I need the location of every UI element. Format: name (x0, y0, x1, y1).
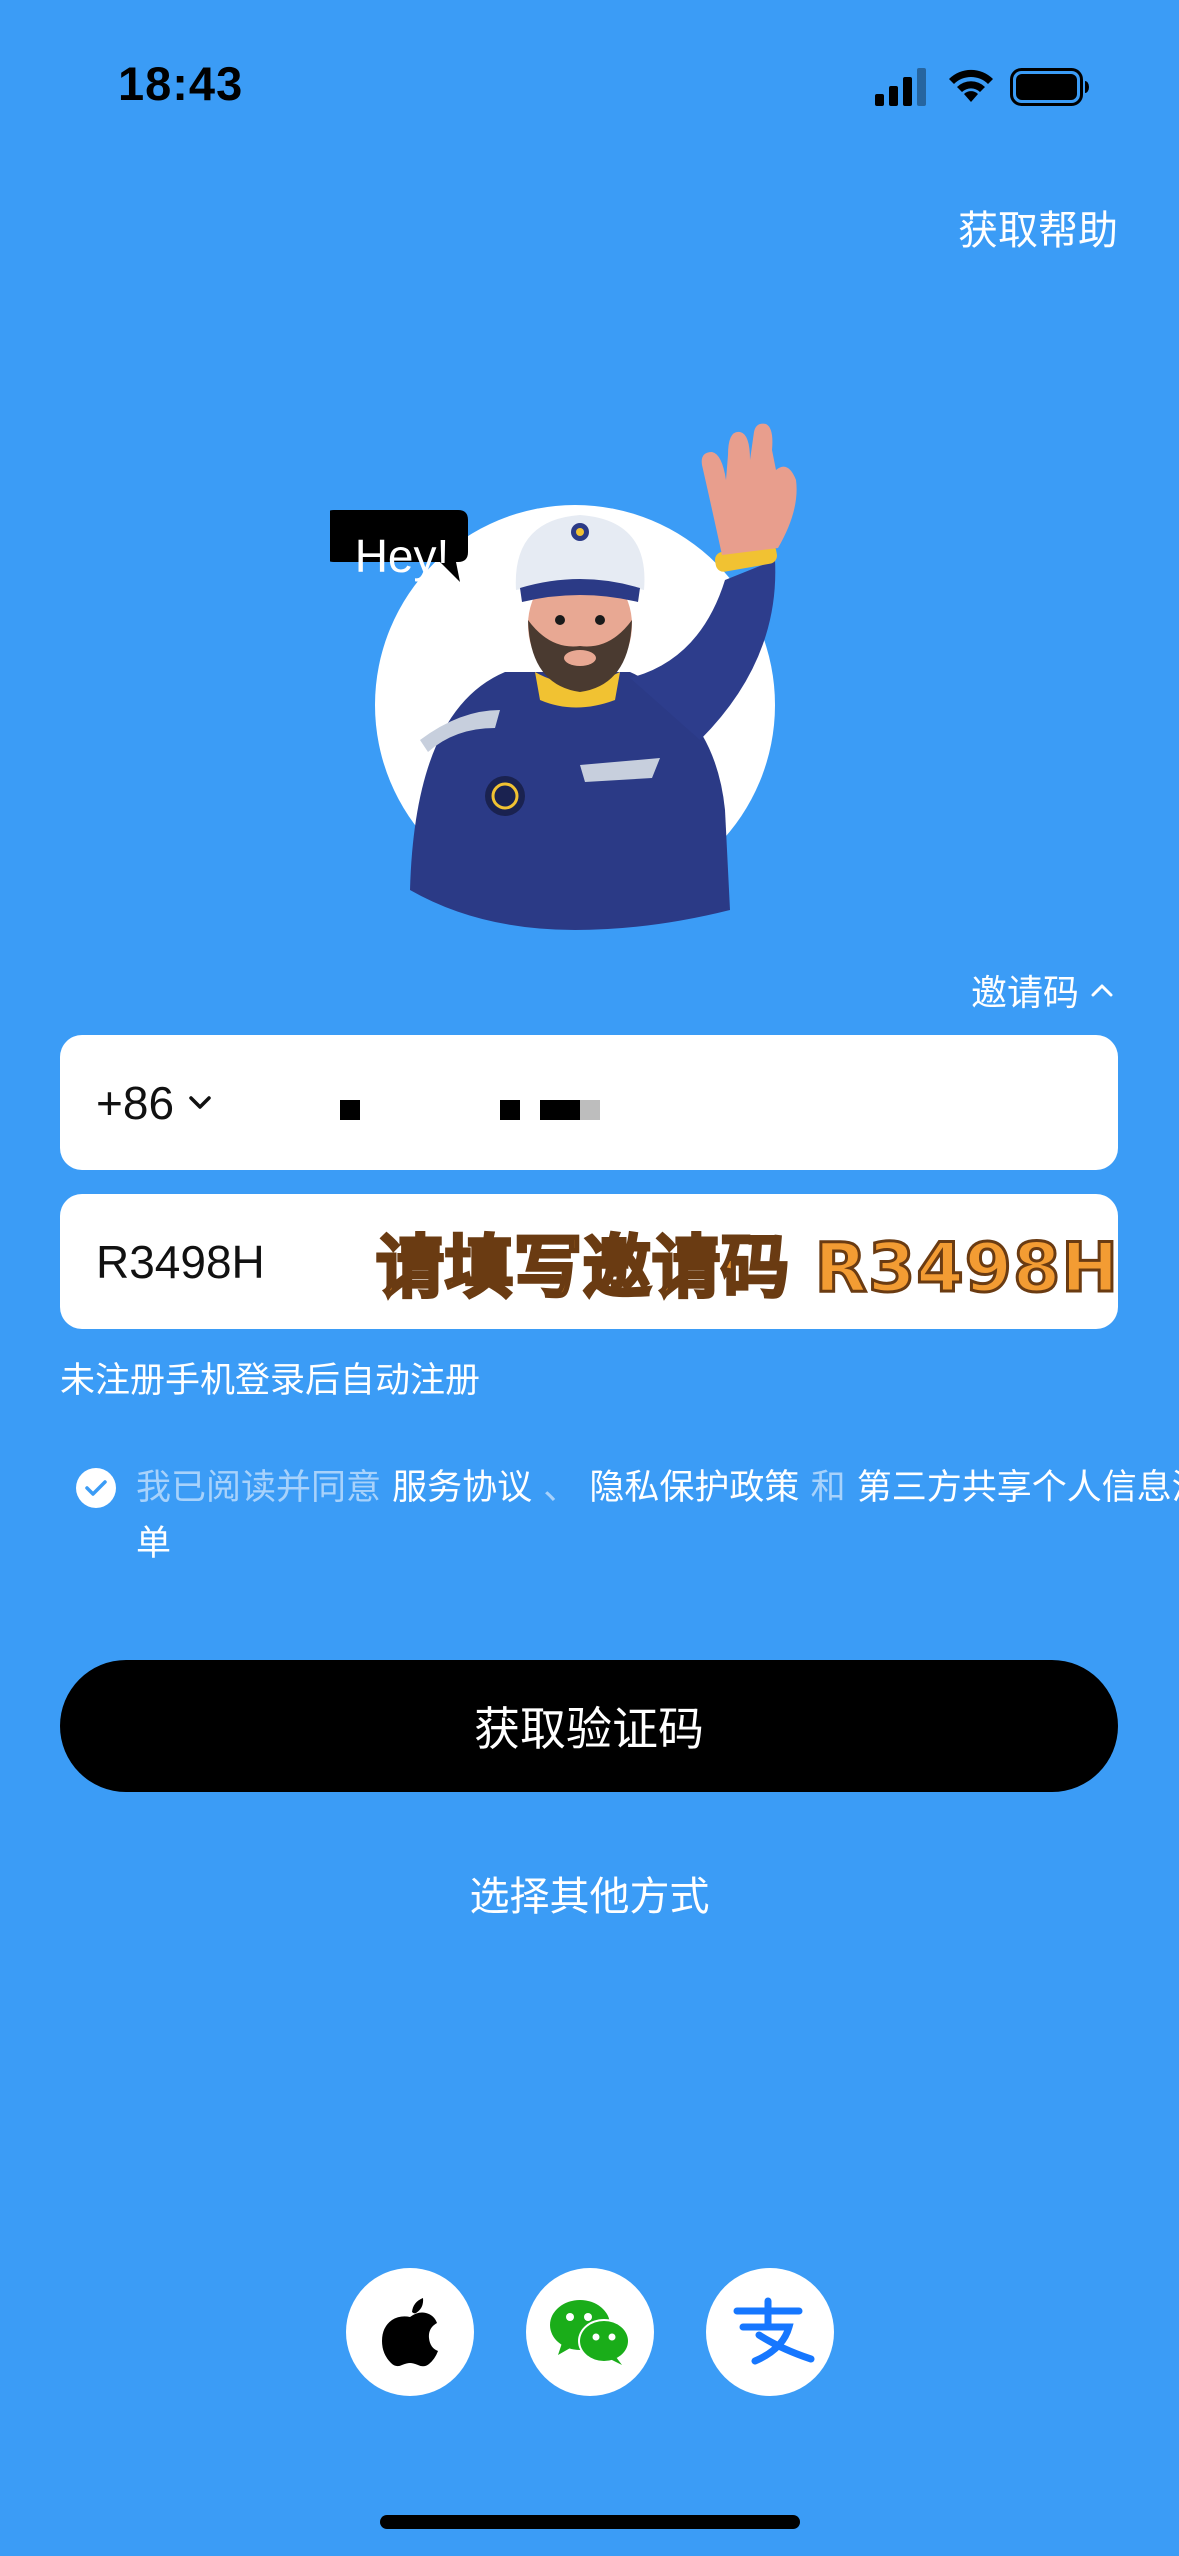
auto-register-note: 未注册手机登录后自动注册 (60, 1361, 481, 1401)
service-agreement-link[interactable]: 服务协议 (392, 1468, 532, 1508)
wifi-icon (949, 69, 993, 102)
mascot-illustration (330, 423, 797, 930)
phone-input-field[interactable]: +86 (60, 1035, 1118, 1170)
wechat-login-button[interactable] (526, 2268, 654, 2396)
invite-code-promo-overlay: 请填写邀请码 R3498H (374, 1228, 1120, 1310)
agreement-prefix: 我已阅读并同意 (136, 1468, 393, 1508)
agreement-checkbox[interactable] (76, 1468, 116, 1508)
alipay-login-button[interactable] (706, 2268, 834, 2396)
country-code-value: +86 (96, 1076, 175, 1129)
status-time: 18:43 (118, 57, 244, 110)
wechat-icon (550, 2300, 630, 2365)
home-indicator[interactable] (380, 2515, 800, 2529)
apple-icon (382, 2298, 438, 2367)
cellular-signal-icon (875, 68, 926, 106)
agreement-separator: 、 (532, 1468, 590, 1508)
country-code-select[interactable]: +86 (96, 1035, 212, 1170)
alipay-icon (733, 2297, 815, 2365)
invite-code-toggle[interactable]: 邀请码 (971, 964, 1113, 1016)
mascot-speech: Hey! (354, 530, 450, 582)
other-login-methods-link[interactable]: 选择其他方式 (0, 1864, 1179, 1922)
checkmark-icon (85, 1480, 107, 1496)
chevron-down-icon (189, 1095, 211, 1109)
help-link[interactable]: 获取帮助 (958, 198, 1118, 256)
agreement-text: 我已阅读并同意 服务协议 、 隐私保护政策 和 第三方共享个人信息清单 (136, 1460, 1179, 1572)
chevron-up-icon (1091, 984, 1113, 997)
privacy-policy-link[interactable]: 隐私保护政策 (589, 1468, 799, 1508)
apple-login-button[interactable] (346, 2268, 474, 2396)
invite-code-value[interactable]: R3498H (96, 1194, 265, 1329)
battery-icon (1010, 68, 1089, 106)
invite-code-toggle-label: 邀请码 (970, 973, 1079, 1014)
get-verification-code-button[interactable]: 获取验证码 (60, 1660, 1118, 1792)
invite-code-input-field[interactable]: R3498H 请填写邀请码 R3498H (60, 1194, 1120, 1329)
agreement-and: 和 (799, 1468, 857, 1508)
